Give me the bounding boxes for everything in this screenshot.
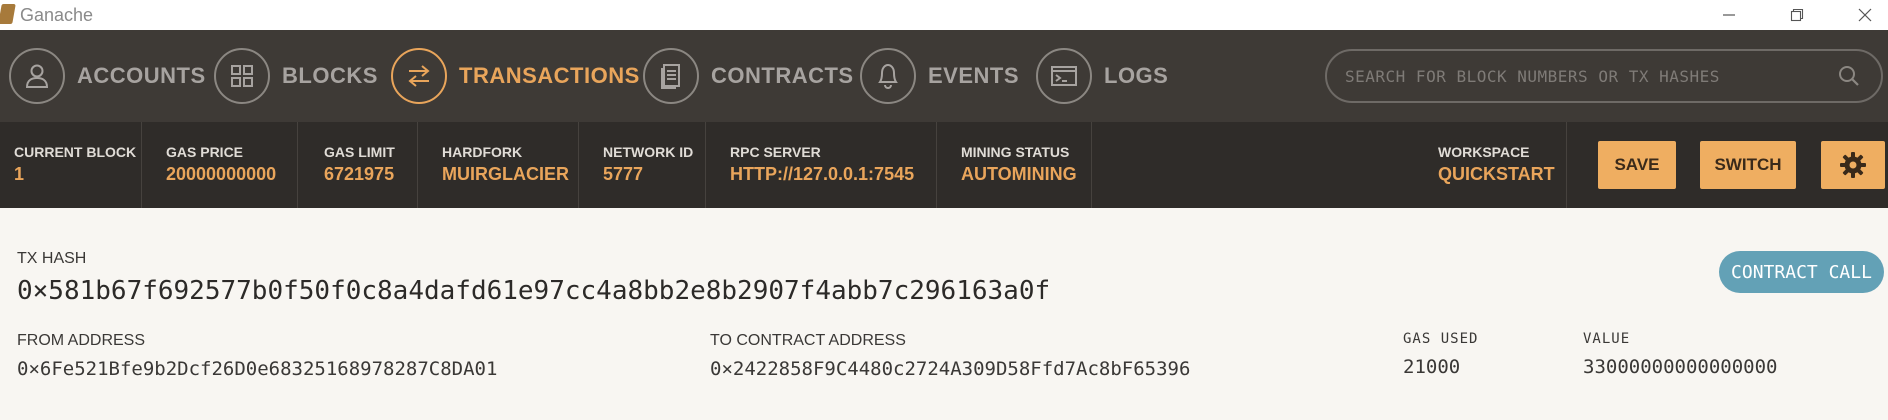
- gas-used-label: GAS USED: [1403, 331, 1479, 347]
- gas-used-value: 21000: [1403, 356, 1461, 378]
- search-input[interactable]: [1327, 51, 1829, 101]
- minimize-button[interactable]: [1706, 0, 1752, 30]
- value-amount: 33000000000000000: [1583, 356, 1778, 378]
- gear-icon: [1840, 152, 1866, 178]
- hardfork-value: MUIRGLACIER: [442, 164, 569, 184]
- gas-price: GAS PRICE 20000000000: [166, 122, 276, 208]
- mining-status: MINING STATUS AUTOMINING: [961, 122, 1077, 208]
- ganache-logo-icon: [0, 4, 16, 24]
- nav-transactions-label: TRANSACTIONS: [459, 63, 640, 88]
- minimize-icon: [1723, 14, 1735, 16]
- nav-contracts-label: CONTRACTS: [711, 63, 854, 88]
- nav-accounts-label: ACCOUNTS: [77, 63, 206, 88]
- rpc-server-value: HTTP://127.0.0.1:7545: [730, 164, 915, 184]
- gas-limit-label: GAS LIMIT: [324, 144, 395, 160]
- divider: [417, 122, 418, 208]
- nav-transactions[interactable]: TRANSACTIONS: [391, 48, 640, 104]
- hardfork-label: HARDFORK: [442, 144, 523, 160]
- rpc-server-label: RPC SERVER: [730, 144, 821, 160]
- settings-button[interactable]: [1821, 141, 1885, 189]
- nav-blocks-label: BLOCKS: [282, 63, 378, 88]
- save-button[interactable]: SAVE: [1598, 141, 1676, 189]
- current-block-value: 1: [14, 164, 25, 184]
- gas-limit-value: 6721975: [324, 164, 395, 184]
- divider: [1566, 122, 1567, 208]
- restore-button[interactable]: [1774, 0, 1820, 30]
- swap-arrows-icon: [391, 48, 447, 104]
- search-icon[interactable]: [1829, 56, 1869, 96]
- to-contract-address-value: 0×2422858F9C4480c2724A309D58Ffd7Ac8bF653…: [710, 358, 1191, 380]
- title-bar: Ganache: [0, 0, 1888, 30]
- divider: [936, 122, 937, 208]
- value-label: VALUE: [1583, 331, 1631, 347]
- divider: [705, 122, 706, 208]
- restore-icon: [1790, 8, 1804, 22]
- close-icon: [1858, 8, 1872, 22]
- close-button[interactable]: [1842, 0, 1888, 30]
- network-id-label: NETWORK ID: [603, 144, 694, 160]
- document-icon: [643, 48, 699, 104]
- to-contract-address-label: TO CONTRACT ADDRESS: [710, 332, 906, 349]
- bell-icon: [860, 48, 916, 104]
- workspace-label: WORKSPACE: [1438, 144, 1530, 160]
- gas-limit: GAS LIMIT 6721975: [324, 122, 395, 208]
- divider: [141, 122, 142, 208]
- nav-blocks[interactable]: BLOCKS: [214, 48, 378, 104]
- divider: [297, 122, 298, 208]
- window-title: Ganache: [20, 5, 94, 25]
- gas-price-value: 20000000000: [166, 164, 277, 184]
- current-block-label: CURRENT BLOCK: [14, 144, 137, 160]
- nav-logs[interactable]: LOGS: [1036, 48, 1168, 104]
- grid-icon: [214, 48, 270, 104]
- nav-events-label: EVENTS: [928, 63, 1020, 88]
- search-bar: [1325, 49, 1883, 103]
- current-block: CURRENT BLOCK 1: [14, 122, 136, 208]
- nav-contracts[interactable]: CONTRACTS: [643, 48, 854, 104]
- transaction-detail: TX HASH 0×581b67f692577b0f50f0c8a4dafd61…: [0, 208, 1888, 420]
- terminal-icon: [1036, 48, 1092, 104]
- main-nav: ACCOUNTS BLOCKS TRANSACTIONS CONTRACTS E…: [0, 30, 1888, 122]
- tx-hash-label: TX HASH: [17, 250, 87, 267]
- status-bar: CURRENT BLOCK 1 GAS PRICE 20000000000 GA…: [0, 122, 1888, 208]
- mining-status-label: MINING STATUS: [961, 144, 1070, 160]
- from-address-label: FROM ADDRESS: [17, 332, 146, 349]
- rpc-server: RPC SERVER HTTP://127.0.0.1:7545: [730, 122, 914, 208]
- from-address-value: 0×6Fe521Bfe9b2Dcf26D0e68325168978287C8DA…: [17, 358, 498, 380]
- divider: [1091, 122, 1092, 208]
- user-icon: [9, 48, 65, 104]
- contract-call-badge: CONTRACT CALL: [1719, 251, 1884, 293]
- mining-status-value: AUTOMINING: [961, 164, 1077, 184]
- nav-logs-label: LOGS: [1104, 63, 1169, 88]
- nav-accounts[interactable]: ACCOUNTS: [9, 48, 206, 104]
- workspace-value: QUICKSTART: [1438, 164, 1555, 184]
- nav-events[interactable]: EVENTS: [860, 48, 1019, 104]
- hardfork: HARDFORK MUIRGLACIER: [442, 122, 569, 208]
- gas-price-label: GAS PRICE: [166, 144, 244, 160]
- network-id: NETWORK ID 5777: [603, 122, 693, 208]
- network-id-value: 5777: [603, 164, 644, 184]
- tx-hash-value: 0×581b67f692577b0f50f0c8a4dafd61e97cc4a8…: [17, 276, 1051, 306]
- switch-button[interactable]: SWITCH: [1700, 141, 1796, 189]
- workspace: WORKSPACE QUICKSTART: [1438, 122, 1555, 208]
- divider: [578, 122, 579, 208]
